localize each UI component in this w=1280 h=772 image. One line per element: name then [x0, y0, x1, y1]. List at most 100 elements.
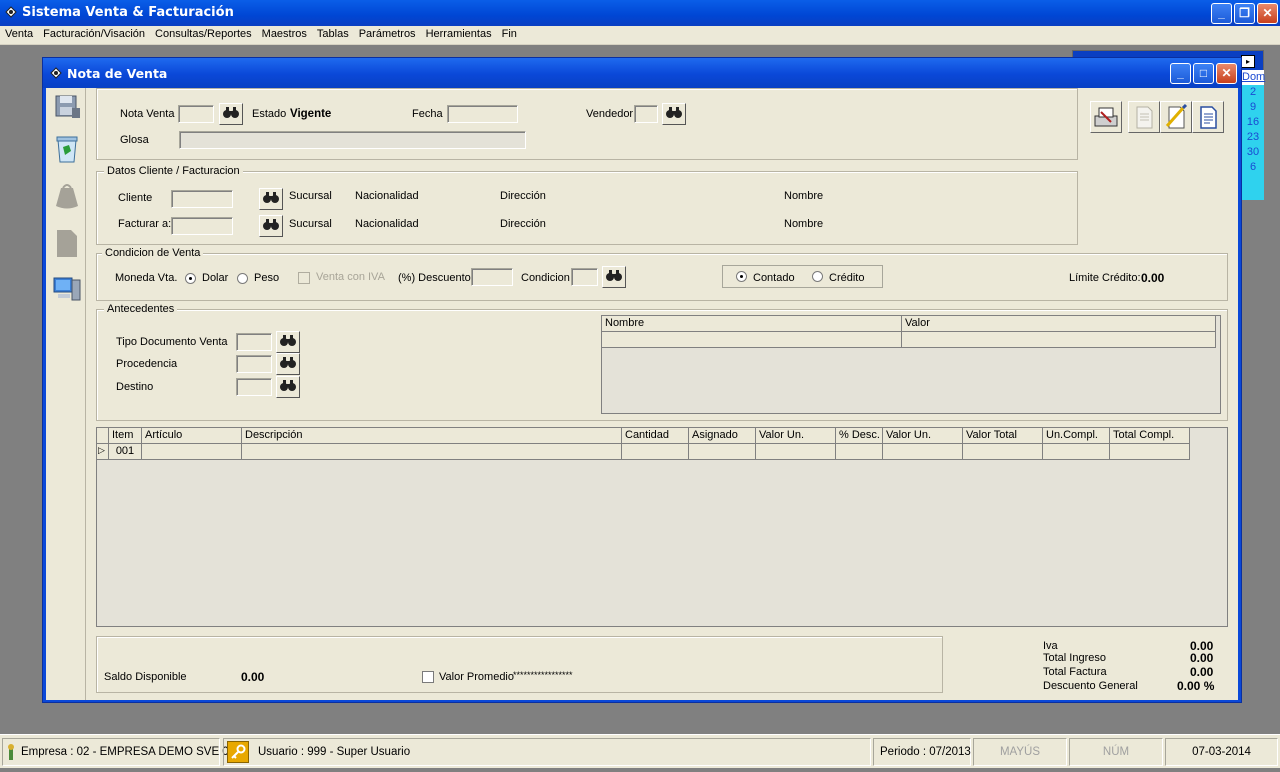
menu-consultas[interactable]: Consultas/Reportes — [150, 26, 257, 42]
col-pct-desc[interactable]: % Desc. — [836, 428, 883, 444]
estado-label: Estado — [252, 108, 287, 120]
menu-maestros[interactable]: Maestros — [257, 26, 312, 42]
peso-radio[interactable] — [237, 273, 248, 284]
glosa-label: Glosa — [120, 134, 149, 146]
credito-radio[interactable] — [812, 271, 823, 282]
descuento-input[interactable] — [471, 268, 513, 286]
app-logo-icon — [4, 5, 18, 19]
app-close-button[interactable]: ✕ — [1257, 3, 1278, 24]
facturar-nacionalidad-label: Nacionalidad — [355, 218, 419, 230]
document-icon[interactable] — [52, 226, 82, 260]
col-valor-un-2[interactable]: Valor Un. — [883, 428, 963, 444]
antecedentes-col-valor[interactable]: Valor — [902, 316, 1216, 332]
empresa-text: Empresa : 02 - EMPRESA DEMO SVE 02 — [21, 746, 236, 758]
procedencia-search-icon[interactable] — [276, 353, 300, 375]
asignado-cell[interactable] — [689, 444, 756, 460]
antecedentes-grid[interactable]: Nombre Valor — [601, 315, 1221, 414]
valor-total-cell[interactable] — [963, 444, 1043, 460]
menu-parametros[interactable]: Parámetros — [354, 26, 421, 42]
destino-search-icon[interactable] — [276, 376, 300, 398]
col-valor-total[interactable]: Valor Total — [963, 428, 1043, 444]
articulo-cell[interactable] — [142, 444, 242, 460]
valor-un-2-cell[interactable] — [883, 444, 963, 460]
procedencia-input[interactable] — [236, 355, 272, 373]
tipo-doc-search-icon[interactable] — [276, 331, 300, 353]
calendar-day[interactable]: 16 — [1242, 115, 1264, 130]
valor-un-cell[interactable] — [756, 444, 836, 460]
app-restore-button[interactable]: ❐ — [1234, 3, 1255, 24]
col-cantidad[interactable]: Cantidad — [622, 428, 689, 444]
un-compl-cell[interactable] — [1043, 444, 1110, 460]
nota-venta-input[interactable] — [178, 105, 214, 123]
fecha-input[interactable] — [447, 105, 518, 123]
destino-input[interactable] — [236, 378, 272, 396]
calendar-day[interactable]: 23 — [1242, 130, 1264, 145]
col-total-compl[interactable]: Total Compl. — [1110, 428, 1190, 444]
antecedentes-cell[interactable] — [902, 332, 1216, 348]
col-un-compl[interactable]: Un.Compl. — [1043, 428, 1110, 444]
cliente-search-icon[interactable] — [259, 188, 283, 210]
pct-desc-cell[interactable] — [836, 444, 883, 460]
condicion-search-icon[interactable] — [602, 266, 626, 288]
menu-venta[interactable]: Venta — [0, 26, 38, 42]
col-item[interactable]: Item — [109, 428, 142, 444]
calendar-day[interactable]: 9 — [1242, 100, 1264, 115]
cliente-input[interactable] — [171, 190, 233, 208]
antecedentes-col-nombre[interactable]: Nombre — [602, 316, 902, 332]
items-grid[interactable]: Item Artículo Descripción Cantidad Asign… — [96, 427, 1228, 627]
save-icon[interactable] — [52, 90, 82, 124]
computer-icon[interactable] — [52, 272, 82, 306]
print-preview-button[interactable] — [1090, 101, 1122, 133]
glosa-input[interactable] — [179, 131, 526, 149]
antecedentes-cell[interactable] — [602, 332, 902, 348]
valor-promedio-checkbox[interactable] — [422, 671, 434, 683]
menu-facturacion[interactable]: Facturación/Visación — [38, 26, 150, 42]
window-maximize-button[interactable]: □ — [1193, 63, 1214, 84]
calendar-next-icon[interactable]: ▸ — [1241, 55, 1255, 68]
bag-icon[interactable] — [52, 178, 82, 212]
nota-venta-search-icon[interactable] — [219, 103, 243, 125]
fecha-label: Fecha — [412, 108, 443, 120]
facturar-input[interactable] — [171, 217, 233, 235]
calendar-day[interactable]: 30 — [1242, 145, 1264, 160]
dolar-radio[interactable] — [185, 273, 196, 284]
venta-iva-checkbox[interactable] — [298, 272, 310, 284]
item-cell[interactable]: 001 — [109, 444, 142, 460]
contado-radio[interactable] — [736, 271, 747, 282]
col-asignado[interactable]: Asignado — [689, 428, 756, 444]
cantidad-cell[interactable] — [622, 444, 689, 460]
col-articulo[interactable]: Artículo — [142, 428, 242, 444]
vendedor-search-icon[interactable] — [662, 103, 686, 125]
menu-fin[interactable]: Fin — [497, 26, 522, 42]
condicion-input[interactable] — [571, 268, 598, 286]
iva-label: Iva — [1043, 640, 1058, 652]
menu-tablas[interactable]: Tablas — [312, 26, 354, 42]
col-valor-un[interactable]: Valor Un. — [756, 428, 836, 444]
calendar-day[interactable]: 2 — [1242, 85, 1264, 100]
menu-herramientas[interactable]: Herramientas — [421, 26, 497, 42]
col-descripcion[interactable]: Descripción — [242, 428, 622, 444]
calendar-day[interactable]: 6 — [1242, 160, 1264, 175]
window-title: Nota de Venta — [67, 66, 168, 81]
facturar-search-icon[interactable] — [259, 215, 283, 237]
cliente-nombre-label: Nombre — [784, 190, 824, 202]
window-close-button[interactable]: ✕ — [1216, 63, 1237, 84]
tipo-doc-input[interactable] — [236, 333, 272, 351]
facturar-sucursal-label: Sucursal — [289, 218, 332, 230]
status-bar: Empresa : 02 - EMPRESA DEMO SVE 02 Usuar… — [0, 734, 1280, 768]
app-minimize-button[interactable]: _ — [1211, 3, 1232, 24]
recycle-bin-icon[interactable] — [52, 132, 82, 166]
facturar-direccion-label: Dirección — [500, 218, 546, 230]
total-compl-cell[interactable] — [1110, 444, 1190, 460]
document-button[interactable] — [1128, 101, 1160, 133]
nota-venta-window: Nota de Venta _ □ ✕ Nota Venta Estado Vi… — [42, 57, 1242, 703]
window-minimize-button[interactable]: _ — [1170, 63, 1191, 84]
status-mayus: MAYÚS — [973, 738, 1067, 766]
descripcion-cell[interactable] — [242, 444, 622, 460]
vendedor-input[interactable] — [634, 105, 658, 123]
venta-iva-label: Venta con IVA — [316, 271, 385, 283]
facturar-label: Facturar a: — [118, 218, 172, 230]
report-button[interactable] — [1192, 101, 1224, 133]
edit-document-button[interactable] — [1160, 101, 1192, 133]
dolar-label: Dolar — [202, 272, 229, 284]
